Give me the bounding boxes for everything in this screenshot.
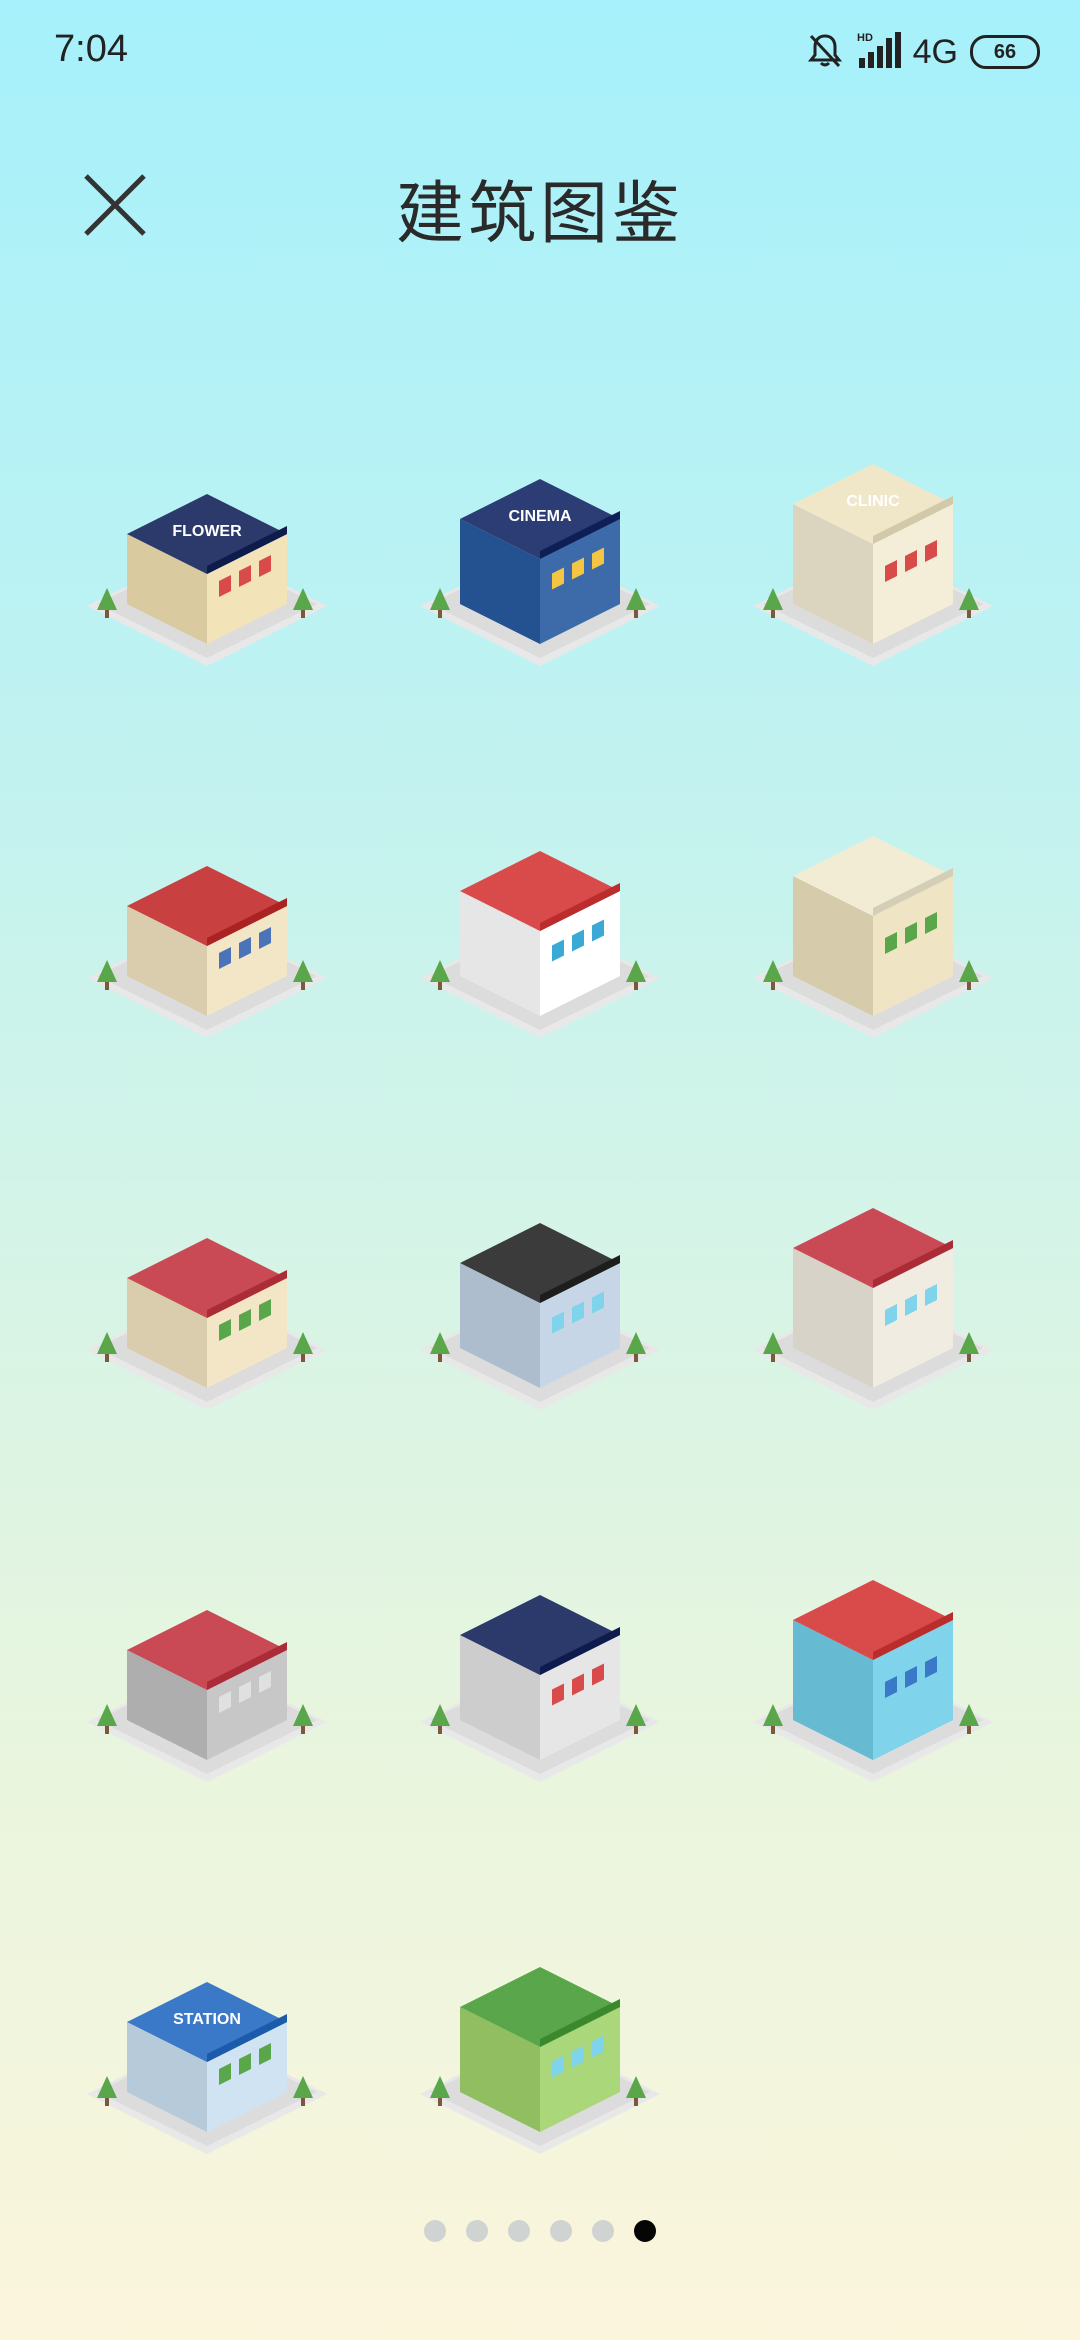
gymnasium-icon <box>419 1595 660 1782</box>
building-card-gas-station[interactable] <box>40 742 373 1114</box>
building-grid: FLOWER CINEMA CLINIC STATION <box>40 370 1040 2230</box>
building-card-power-plant[interactable] <box>40 1486 373 1858</box>
svg-text:HD: HD <box>857 32 873 44</box>
flower-shop-sign: FLOWER <box>172 523 242 540</box>
flower-shop-icon: FLOWER <box>86 494 327 666</box>
building-card-station[interactable]: STATION <box>40 1858 373 2230</box>
modern-house-icon <box>419 1223 660 1410</box>
battery-level: 66 <box>993 40 1017 63</box>
station-sign: STATION <box>173 2011 241 2028</box>
page-dot-2[interactable] <box>466 2220 488 2242</box>
page-dot-1[interactable] <box>424 2220 446 2242</box>
building-card-museum[interactable] <box>706 742 1039 1114</box>
page-dot-3[interactable] <box>508 2220 530 2242</box>
header: 建筑图鉴 <box>0 140 1080 260</box>
building-card-flower-shop[interactable]: FLOWER <box>40 370 373 742</box>
power-plant-icon <box>86 1610 327 1782</box>
gas-station-icon <box>86 866 327 1038</box>
building-card-clinic[interactable]: CLINIC <box>706 370 1039 742</box>
building-card-school[interactable] <box>40 1114 373 1486</box>
network-type: 4G <box>912 32 958 71</box>
amusement-park-icon <box>419 851 660 1038</box>
water-park-icon <box>752 1580 993 1782</box>
cinema-sign: CINEMA <box>508 508 572 525</box>
bell-muted-icon <box>805 30 845 74</box>
building-card-amusement-park[interactable] <box>373 742 706 1114</box>
status-time: 7:04 <box>54 28 128 70</box>
building-card-courtyard-house[interactable] <box>706 1114 1039 1486</box>
page-dot-4[interactable] <box>550 2220 572 2242</box>
clinic-sign: CLINIC <box>846 493 900 510</box>
garden-park-icon <box>419 1967 660 2154</box>
page-title: 建筑图鉴 <box>395 175 684 254</box>
status-bar: 7:04 HD 4G 66 <box>0 0 1080 104</box>
building-card-gymnasium[interactable] <box>373 1486 706 1858</box>
building-card-modern-house[interactable] <box>373 1114 706 1486</box>
signal-icon: HD <box>857 30 901 74</box>
status-icons: HD 4G 66 <box>805 28 1040 76</box>
museum-icon <box>752 836 993 1038</box>
building-card-cinema[interactable]: CINEMA <box>373 370 706 742</box>
page-dot-6[interactable] <box>634 2220 656 2242</box>
building-card-garden-park[interactable] <box>373 1858 706 2230</box>
station-icon: STATION <box>86 1982 327 2154</box>
cinema-icon: CINEMA <box>419 479 660 666</box>
building-card-water-park[interactable] <box>706 1486 1039 1858</box>
school-icon <box>86 1238 327 1410</box>
clinic-icon: CLINIC <box>752 464 993 666</box>
courtyard-house-icon <box>752 1208 993 1410</box>
page-indicator <box>0 2220 1080 2242</box>
page-dot-5[interactable] <box>592 2220 614 2242</box>
battery-indicator: 66 <box>970 35 1040 69</box>
